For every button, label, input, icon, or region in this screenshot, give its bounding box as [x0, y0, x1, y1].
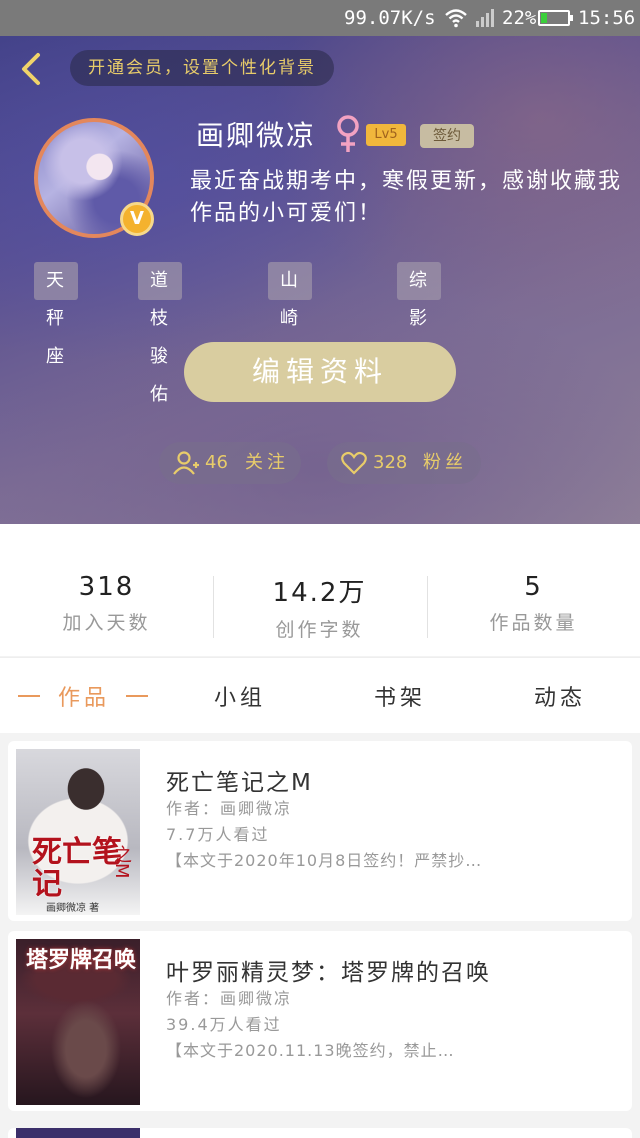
- work-views: 7.7万人看过: [166, 825, 270, 844]
- username: 画卿微凉: [196, 119, 317, 152]
- tab-bar: 作品 小组 书架 动态: [0, 657, 640, 733]
- work-description: 【本文于2020年10月8日签约！严禁抄…: [166, 851, 483, 870]
- stat-label: 加入天数: [62, 612, 151, 634]
- edit-profile-button[interactable]: 编辑资料: [184, 342, 456, 402]
- work-card[interactable]: 塔罗牌召唤 叶罗丽精灵梦：塔罗牌的召唤 作者：画卿微凉 39.4万人看过 【本文…: [8, 931, 632, 1111]
- tab-activity[interactable]: 动态: [534, 680, 586, 712]
- work-card[interactable]: [8, 1128, 632, 1138]
- work-title[interactable]: 叶罗丽精灵梦：塔罗牌的召唤: [166, 953, 491, 987]
- fans-button[interactable]: 328 粉丝: [327, 442, 481, 484]
- stat-label: 作品数量: [489, 612, 578, 634]
- tag[interactable]: 综影视: [397, 262, 441, 367]
- fans-count: 328: [373, 452, 408, 473]
- tag[interactable]: 道枝骏佑: [138, 262, 182, 405]
- work-card[interactable]: 死亡笔记 之M 画卿微凉 著 死亡笔记之M 作者：画卿微凉 7.7万人看过 【本…: [8, 741, 632, 921]
- clock: 15:56: [578, 7, 636, 29]
- female-icon: [337, 115, 359, 152]
- signal-icon: [476, 9, 494, 27]
- battery-fill: [541, 13, 547, 23]
- cover-subtitle: 之M: [111, 845, 132, 879]
- stat-join-days: 318 加入天数: [0, 572, 213, 635]
- signed-badge: 签约: [420, 124, 474, 148]
- stats-panel: 318 加入天数 14.2万 创作字数 5 作品数量: [0, 524, 640, 656]
- tab-groups[interactable]: 小组: [214, 680, 266, 712]
- book-cover[interactable]: 塔罗牌召唤: [16, 939, 140, 1105]
- work-title[interactable]: 死亡笔记之M: [166, 763, 313, 797]
- cover-author: 画卿微凉 著: [46, 903, 100, 914]
- work-author: 作者：画卿微凉: [166, 989, 293, 1008]
- active-tab-indicator: [126, 695, 148, 697]
- vip-background-prompt[interactable]: 开通会员，设置个性化背景: [70, 50, 334, 86]
- following-button[interactable]: 46 关注: [159, 442, 301, 484]
- level-badge: Lv5: [366, 124, 406, 146]
- tag[interactable]: 山崎贤人: [268, 262, 312, 405]
- book-cover[interactable]: [16, 1128, 140, 1138]
- stat-value: 318: [78, 572, 135, 602]
- tab-works[interactable]: 作品: [58, 680, 110, 712]
- heart-icon: [341, 451, 367, 475]
- work-author: 作者：画卿微凉: [166, 799, 293, 818]
- stat-value: 5: [524, 572, 543, 602]
- work-views: 39.4万人看过: [166, 1015, 282, 1034]
- stat-works-count: 5 作品数量: [427, 572, 640, 635]
- works-list: 死亡笔记 之M 画卿微凉 著 死亡笔记之M 作者：画卿微凉 7.7万人看过 【本…: [0, 733, 640, 1138]
- bio: 最近奋战期考中，寒假更新，感谢收藏我作品的小可爱们！: [190, 169, 623, 226]
- book-cover[interactable]: 死亡笔记 之M 画卿微凉 著: [16, 749, 140, 915]
- cover-title: 塔罗牌召唤: [26, 947, 137, 973]
- stat-word-count: 14.2万 创作字数: [213, 572, 426, 642]
- stat-label: 创作字数: [275, 619, 364, 641]
- fans-label: 粉丝: [423, 452, 467, 473]
- wifi-icon: [445, 9, 467, 28]
- work-description: 【本文于2020.11.13晚签约，禁止…: [166, 1041, 455, 1060]
- tab-bookshelf[interactable]: 书架: [374, 680, 426, 712]
- battery-icon: [538, 10, 573, 26]
- status-bar: 99.07K/s 22% 15:56: [0, 0, 640, 36]
- following-count: 46: [205, 452, 228, 473]
- add-user-icon: [173, 451, 199, 475]
- net-speed: 99.07K/s: [344, 7, 436, 29]
- active-tab-indicator: [18, 695, 40, 697]
- back-arrow-icon[interactable]: [16, 52, 46, 86]
- battery-percent: 22%: [502, 7, 537, 29]
- verified-badge-icon: V: [120, 202, 154, 236]
- stat-value: 14.2万: [272, 578, 367, 608]
- tag[interactable]: 天秤座: [34, 262, 78, 367]
- following-label: 关注: [245, 452, 289, 473]
